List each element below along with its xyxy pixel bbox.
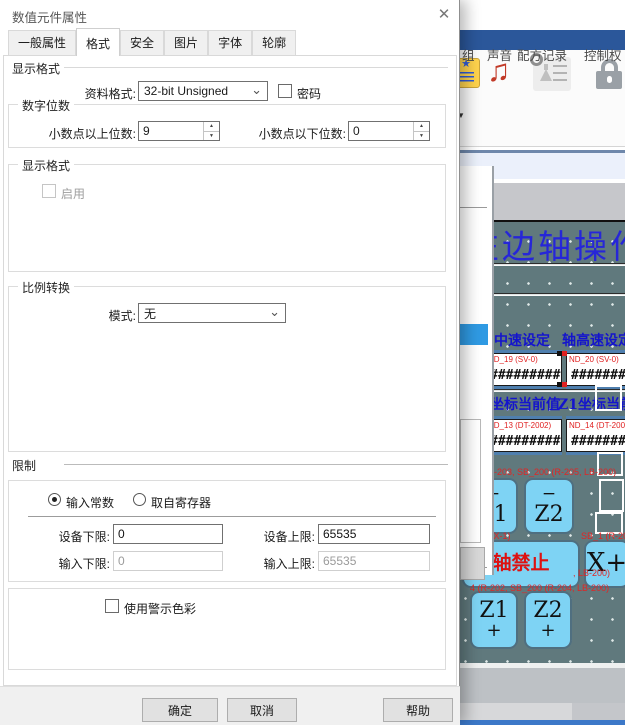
display-toggle-group: 显示格式	[8, 164, 446, 272]
element-tag: ND_20 (SV-0)	[569, 355, 619, 364]
use-warning-colors-label: 使用警示色彩	[124, 600, 196, 617]
element-tag: ND_19 (SV-0)	[488, 355, 538, 364]
spin-up-icon[interactable]: ▲	[414, 122, 429, 132]
display-format-header: 显示格式	[10, 60, 62, 77]
hmi-label-coord-current[interactable]: 坐标当前值	[490, 394, 560, 414]
device-low-input[interactable]	[113, 524, 223, 544]
panel-button	[460, 547, 485, 580]
close-icon[interactable]: ✕	[433, 5, 455, 25]
element-tag: ND_13 (DT-2002)	[488, 421, 551, 430]
toolbar-item-recipe-record[interactable]: 配方记录	[517, 45, 567, 64]
background-panel	[456, 166, 494, 575]
tab-bar: 一般属性 格式 安全 图片 字体 轮廓	[8, 33, 296, 55]
int-digits-stepper[interactable]: 9 ▲ ▼	[138, 121, 220, 141]
enable-checkbox	[42, 184, 56, 198]
spin-down-icon[interactable]: ▼	[414, 132, 429, 141]
group-lines-icon	[458, 72, 474, 82]
cancel-button[interactable]: 取消	[227, 698, 297, 722]
tab-general[interactable]: 一般属性	[8, 30, 76, 55]
warning-group	[8, 588, 446, 670]
numeric-display-nd20[interactable]: ND_20 (SV-0) #########	[566, 353, 625, 386]
input-high-label: 输入上限:	[250, 555, 315, 572]
device-high-label: 设备上限:	[250, 528, 315, 545]
outline-shape	[595, 385, 622, 411]
input-low-input	[113, 551, 223, 571]
data-format-select[interactable]: 32-bit Unsigned ⌄	[138, 81, 268, 101]
hmi-button-z1-plus[interactable]: Z1 +	[470, 591, 518, 649]
element-value: #########	[490, 434, 560, 449]
selection-handle[interactable]	[562, 382, 567, 387]
toolbar-item-group[interactable]: 组	[462, 45, 475, 64]
from-register-label: 取自寄存器	[151, 494, 211, 511]
numeric-display-nd13[interactable]: ND_13 (DT-2002) #########	[485, 419, 562, 452]
password-label: 密码	[297, 85, 321, 102]
tab-font[interactable]: 字体	[208, 30, 252, 55]
hmi-button-z2-plus[interactable]: Z2 +	[524, 591, 572, 649]
hmi-button-z2-minus[interactable]: − Z2	[524, 478, 574, 534]
element-value: #########	[490, 368, 560, 383]
selection-handle[interactable]	[562, 351, 567, 356]
dialog-title: 数值元件属性	[12, 7, 87, 26]
outline-shape	[599, 479, 624, 512]
panel-blue-swatch	[460, 324, 488, 345]
input-constant-label: 输入常数	[66, 494, 114, 511]
toolbar-item-control-right[interactable]: 控制权	[584, 45, 622, 64]
hmi-button-x-plus[interactable]: X+	[584, 540, 625, 588]
tab-picture[interactable]: 图片	[164, 30, 208, 55]
from-register-radio[interactable]	[133, 493, 146, 506]
password-checkbox[interactable]	[278, 84, 292, 98]
tab-format[interactable]: 格式	[76, 28, 120, 56]
numeric-element-properties-dialog: 数值元件属性 ✕ 一般属性 格式 安全 图片 字体 轮廓 显示格式 资料格式: …	[0, 0, 460, 725]
element-tag: ND_14 (DT-2004	[569, 421, 625, 430]
hmi-label-axis-high[interactable]: 轴高速设定	[562, 330, 625, 350]
input-high-input	[318, 551, 430, 571]
element-value: #########	[571, 434, 625, 449]
element-annotation: 2 (R-203, SB_200 (R-205, LB-200)	[477, 467, 616, 477]
help-button[interactable]: 帮助	[383, 698, 453, 722]
device-low-label: 设备下限:	[45, 528, 110, 545]
numeric-display-nd19[interactable]: ND_19 (SV-0) #########	[485, 353, 562, 386]
use-warning-colors-checkbox[interactable]	[105, 599, 119, 613]
panel-field	[460, 419, 481, 543]
chevron-down-icon: ⌄	[269, 304, 280, 320]
tab-outline[interactable]: 轮廓	[252, 30, 296, 55]
device-high-input[interactable]	[318, 524, 430, 544]
frac-digits-label: 小数点以下位数:	[240, 125, 346, 142]
element-annotation: 4 (R-202, SB_200 (R-204, LB-200)	[470, 583, 609, 593]
element-annotation: SB_1 (R-200, LB	[581, 531, 625, 541]
element-annotation: , LB-200)	[573, 568, 610, 578]
spin-down-icon[interactable]: ▼	[204, 132, 219, 141]
enable-label: 启用	[61, 185, 85, 202]
element-value: #########	[571, 368, 625, 383]
ok-button[interactable]: 确定	[142, 698, 218, 722]
mode-select[interactable]: 无 ⌄	[138, 303, 286, 323]
limit-header: 限制	[10, 457, 38, 474]
spin-up-icon[interactable]: ▲	[204, 122, 219, 132]
mode-label: 模式:	[90, 307, 136, 324]
input-low-label: 输入下限:	[45, 555, 110, 572]
frac-digits-stepper[interactable]: 0 ▲ ▼	[348, 121, 430, 141]
int-digits-label: 小数点以上位数:	[30, 125, 136, 142]
tab-security[interactable]: 安全	[120, 30, 164, 55]
chevron-down-icon: ⌄	[251, 82, 262, 98]
toolbar-item-sound[interactable]: 声音	[487, 45, 512, 64]
input-constant-radio[interactable]	[48, 493, 61, 506]
numeric-display-nd14[interactable]: ND_14 (DT-2004 #########	[566, 419, 625, 452]
